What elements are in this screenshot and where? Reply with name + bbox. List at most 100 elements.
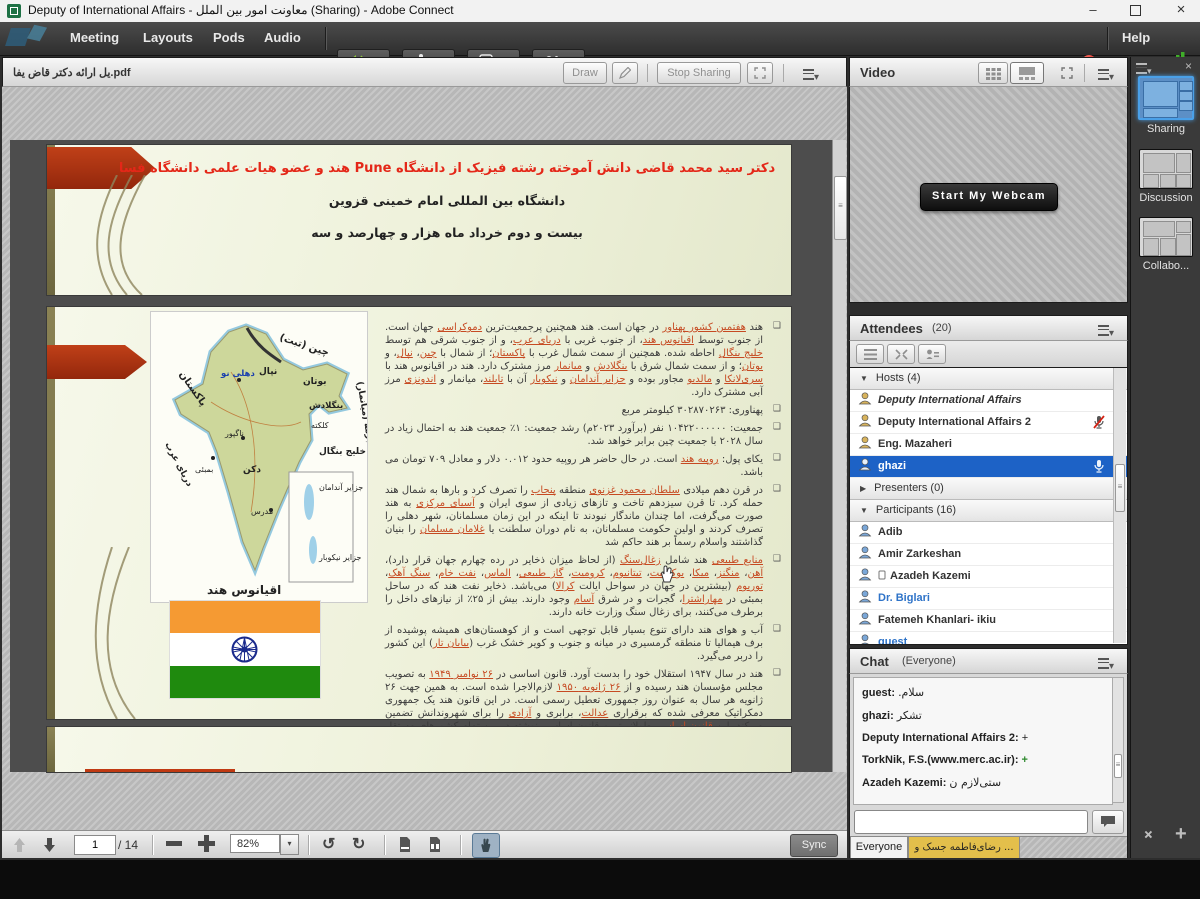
add-layout-icon[interactable]: + bbox=[1175, 823, 1187, 846]
chat-pod-menu-button[interactable]: ▾ bbox=[1098, 656, 1114, 674]
attendee-row[interactable]: Eng. Mazaheri bbox=[850, 434, 1127, 456]
fit-page-button[interactable] bbox=[398, 836, 412, 853]
triangle-down-icon: ▼ bbox=[860, 374, 868, 383]
sync-button[interactable]: Sync bbox=[790, 834, 838, 857]
hand-cursor-icon bbox=[659, 565, 675, 583]
attendee-row[interactable]: Azadeh Kazemi bbox=[850, 566, 1127, 588]
attendee-row[interactable]: Adib bbox=[850, 522, 1127, 544]
person-icon bbox=[858, 568, 872, 581]
map-label: بوتان bbox=[303, 377, 326, 387]
fullscreen-icon bbox=[754, 67, 766, 79]
chat-message: guest: سلام. bbox=[862, 686, 1104, 699]
slide-accent-arrow bbox=[47, 345, 147, 379]
breakout-view-button[interactable] bbox=[887, 344, 915, 364]
slide-1: دکتر سید محمد قاضی دانش آموخته رشته فیزی… bbox=[47, 145, 791, 295]
status-view-icon bbox=[926, 349, 939, 360]
attendee-row[interactable]: Dr. Biglari bbox=[850, 588, 1127, 610]
person-icon bbox=[858, 524, 872, 537]
person-icon bbox=[858, 590, 872, 603]
chat-tab-everyone[interactable]: Everyone bbox=[850, 836, 908, 858]
close-layouts-icon[interactable]: + bbox=[1137, 824, 1158, 845]
layout-collaboration-thumb[interactable] bbox=[1139, 217, 1193, 257]
pencil-tool-button[interactable] bbox=[612, 62, 638, 84]
pod-menu-icon bbox=[1098, 325, 1109, 336]
attendee-list-view-button[interactable] bbox=[856, 344, 884, 364]
chat-input[interactable] bbox=[854, 810, 1088, 834]
presenters-group-row[interactable]: ▶Presenters (0) bbox=[850, 478, 1127, 500]
fullscreen-icon bbox=[1061, 67, 1073, 79]
taskbar: e W X Links » ^ bbox=[0, 860, 1200, 899]
attendees-scrollbar[interactable]: ≡ bbox=[1113, 368, 1126, 643]
attendees-pod-menu-button[interactable]: ▾ bbox=[1098, 323, 1114, 341]
attendees-count: (20) bbox=[932, 322, 952, 334]
slide-bullet: ❑جمعیت: ۱۰۴۲۲۰۰۰۰۰۰ نفر (برآورد ۲۰۲۳م) ر… bbox=[385, 422, 783, 448]
stop-sharing-button[interactable]: Stop Sharing bbox=[657, 62, 741, 84]
video-grid-view-button[interactable] bbox=[978, 62, 1008, 84]
share-pod-menu-button[interactable]: ▾ bbox=[803, 67, 819, 85]
zoom-out-button[interactable] bbox=[166, 841, 182, 846]
menu-pods[interactable]: Pods bbox=[213, 30, 245, 45]
scrollbar-thumb[interactable]: ≡ bbox=[834, 176, 847, 240]
fullscreen-button[interactable] bbox=[747, 62, 773, 84]
map-label: بمبئی bbox=[195, 465, 213, 474]
rotate-right-button[interactable]: ↻ bbox=[352, 834, 365, 854]
map-label: جزایر نیکوبار bbox=[318, 553, 362, 562]
video-pod-menu-button[interactable]: ▾ bbox=[1098, 67, 1114, 85]
menu-help[interactable]: Help bbox=[1122, 30, 1150, 45]
attendee-status-view-button[interactable] bbox=[918, 344, 946, 364]
person-icon bbox=[858, 612, 872, 625]
slide-bullet: ❑هند هفتمین کشور پهناور در جهان است. هند… bbox=[385, 321, 783, 399]
attendee-row[interactable]: Amir Zarkeshan bbox=[850, 544, 1127, 566]
layout-discussion-thumb[interactable] bbox=[1139, 149, 1193, 189]
map-label: نپال bbox=[259, 367, 277, 377]
layouts-close-icon[interactable]: × bbox=[1185, 59, 1192, 73]
maximize-button[interactable] bbox=[1118, 0, 1152, 22]
fit-width-button[interactable] bbox=[428, 836, 442, 853]
page-number-input[interactable] bbox=[74, 835, 116, 855]
map-label: مدرس bbox=[251, 507, 273, 516]
slide-3 bbox=[47, 727, 791, 772]
attendee-row[interactable]: ghazi bbox=[850, 456, 1127, 478]
participants-group-row[interactable]: ▼Participants (16) bbox=[850, 500, 1127, 522]
chat-tab-private[interactable]: ... رضای‌فاطمه جسک و عل bbox=[908, 836, 1020, 858]
hosts-group-row[interactable]: ▼Hosts (4) bbox=[850, 368, 1127, 390]
page-up-button[interactable] bbox=[12, 837, 27, 853]
map-label: بنگلادش bbox=[309, 400, 343, 411]
attendee-row[interactable]: Fatemeh Khanlari- ikiu bbox=[850, 610, 1127, 632]
map-label: جزایر آندامان bbox=[319, 482, 363, 492]
minimize-button[interactable]: – bbox=[1076, 0, 1110, 22]
video-fullscreen-button[interactable] bbox=[1054, 62, 1080, 84]
person-icon bbox=[858, 392, 872, 405]
document-scrollbar[interactable]: ≡ bbox=[832, 140, 846, 772]
layout-collaboration-label[interactable]: Collabo... bbox=[1131, 260, 1200, 272]
person-icon bbox=[858, 634, 872, 645]
chat-tabs-filler bbox=[1020, 836, 1127, 858]
attendees-pod-header: Attendees (20) ▾ bbox=[849, 315, 1128, 341]
chat-send-button[interactable] bbox=[1092, 810, 1124, 834]
grid-view-icon bbox=[986, 68, 1001, 80]
menu-meeting[interactable]: Meeting bbox=[70, 30, 119, 45]
zoom-dropdown-button[interactable]: ▾ bbox=[280, 834, 299, 855]
menu-audio[interactable]: Audio bbox=[264, 30, 301, 45]
chat-scrollbar[interactable]: ≡ bbox=[1112, 677, 1124, 803]
attendee-row[interactable]: Deputy International Affairs bbox=[850, 390, 1127, 412]
layout-discussion-label[interactable]: Discussion bbox=[1131, 192, 1200, 204]
attendee-row[interactable]: Deputy International Affairs 2 bbox=[850, 412, 1127, 434]
draw-button[interactable]: Draw bbox=[563, 62, 607, 84]
page-down-button[interactable] bbox=[42, 837, 57, 853]
pan-tool-button[interactable] bbox=[472, 833, 500, 858]
slide3-accent bbox=[85, 769, 235, 772]
close-button[interactable]: × bbox=[1164, 0, 1198, 22]
adobe-connect-window: Deputy of International Affairs - معاونت… bbox=[0, 0, 1200, 899]
slide-bullet: ❑یکای پول: روپیه هند است. در حال حاضر هر… bbox=[385, 453, 783, 479]
attendee-name: Azadeh Kazemi bbox=[890, 570, 971, 582]
video-filmstrip-view-button[interactable] bbox=[1010, 62, 1044, 84]
layout-sharing-thumb[interactable] bbox=[1138, 76, 1194, 120]
layout-sharing-label[interactable]: Sharing bbox=[1131, 123, 1200, 135]
zoom-in-button[interactable] bbox=[198, 835, 215, 852]
rotate-left-button[interactable]: ↺ bbox=[322, 834, 335, 854]
start-webcam-button[interactable]: Start My Webcam bbox=[920, 183, 1058, 211]
menu-layouts[interactable]: Layouts bbox=[143, 30, 193, 45]
attendee-row[interactable]: guest bbox=[850, 632, 1127, 645]
zoom-level-value[interactable]: 82% bbox=[230, 834, 280, 853]
